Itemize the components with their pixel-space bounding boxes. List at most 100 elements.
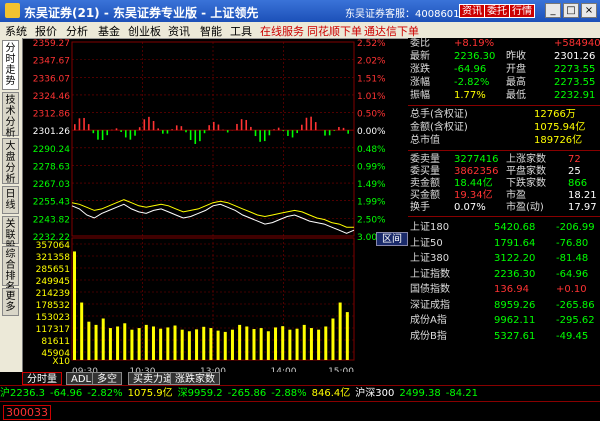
breadth-bar <box>264 130 266 141</box>
menu-item[interactable]: 智能 <box>200 23 222 39</box>
sidebar-tab[interactable]: 大盘分析 <box>2 138 19 184</box>
menu-item[interactable]: 基金 <box>98 23 120 39</box>
breadth-bar <box>185 130 187 132</box>
close-button[interactable]: × <box>581 3 597 18</box>
bottom-tabs: 分时量ADL多空买卖力道涨跌家数 <box>0 372 408 385</box>
window-title: 东吴证券(21) - 东吴证券专业版 - 上证领先 <box>24 4 258 21</box>
indicator-tab[interactable]: 多空 <box>92 372 122 385</box>
quote-label: 涨跌 <box>410 64 430 76</box>
breadth-bar <box>116 128 118 130</box>
index-price: 5327.61 <box>494 331 535 343</box>
quote-label: 上涨家数 <box>506 154 546 166</box>
index-change: -64.96 <box>556 269 588 281</box>
volume-bar <box>95 325 98 360</box>
volume-bar <box>339 303 342 360</box>
breadth-bar <box>333 130 335 131</box>
menu-item[interactable]: 报价 <box>35 23 57 39</box>
breadth-bar <box>125 130 127 137</box>
index-name: 上证380 <box>410 253 449 265</box>
volume-bar <box>87 322 90 360</box>
pct-tick-label: 0.00% <box>357 127 386 137</box>
breadth-bar <box>283 130 285 131</box>
breadth-bar <box>148 117 150 130</box>
volume-bar <box>73 251 76 360</box>
price-tick-label: 2290.24 <box>33 145 70 155</box>
minimize-button[interactable]: _ <box>545 3 561 18</box>
menu-item[interactable]: 在线服务 <box>260 23 304 39</box>
quote-label: 市盈(动) <box>506 202 544 214</box>
quote-row: 委买量 3862356 平盘家数 25 <box>408 166 600 178</box>
trade-button[interactable]: 委托 <box>484 4 510 18</box>
pct-tick-label: 1.51% <box>357 74 386 84</box>
stock-code-input[interactable]: 300033 <box>3 405 51 420</box>
index-price: 3122.20 <box>494 253 535 265</box>
sidebar-tab[interactable]: 日线 <box>2 186 19 214</box>
index-price: 8959.26 <box>494 300 535 312</box>
sidebar-tab[interactable]: 更多 <box>2 288 19 316</box>
sidebar-tab[interactable]: 分时走势 <box>2 40 19 90</box>
breadth-bar <box>139 127 141 130</box>
breadth-bar <box>176 125 178 130</box>
volume-bar <box>138 328 141 360</box>
volume-tick-label: 249945 <box>36 277 70 287</box>
quote-label: 最新 <box>410 51 430 63</box>
menu-item[interactable]: 系统 <box>5 23 27 39</box>
quote-value: 2236.30 <box>454 51 495 63</box>
index-name: 国债指数 <box>410 284 450 296</box>
price-tick-label: 2336.07 <box>33 74 70 84</box>
indicator-tab[interactable]: 分时量 <box>22 372 62 385</box>
quote-row: 上证指数2236.30-64.96 <box>408 269 600 281</box>
menu-item[interactable]: 工具 <box>230 23 252 39</box>
volume-bar <box>274 327 277 360</box>
quote-value: 0.07% <box>454 202 486 214</box>
quote-button[interactable]: 行情 <box>509 4 535 18</box>
price-tick-label: 2267.03 <box>33 180 70 190</box>
index-change: -81.48 <box>556 253 588 265</box>
index-change: -49.45 <box>556 331 588 343</box>
breadth-bar <box>218 125 220 131</box>
breadth-bar <box>343 128 345 130</box>
ticker-item: 沪2236.3 <box>0 388 45 399</box>
quote-label: 最高 <box>506 77 526 89</box>
maximize-button[interactable]: □ <box>563 3 579 18</box>
ticker-item: -2.88% <box>271 388 306 399</box>
volume-unit-label: X10 <box>52 357 70 367</box>
quote-value: 3862356 <box>454 166 499 178</box>
menu-item[interactable]: 通达信下单 <box>364 23 419 39</box>
quote-row: 总市值189726亿 <box>408 135 600 147</box>
quote-value: -64.96 <box>454 64 486 76</box>
breadth-bar <box>278 128 280 131</box>
breadth-bar <box>181 126 183 130</box>
menu-item[interactable]: 同花顺下单 <box>307 23 362 39</box>
volume-bar <box>288 330 291 360</box>
quote-label: 委买量 <box>410 166 440 178</box>
index-name: 成份A指 <box>410 315 447 327</box>
quote-value: 189726亿 <box>534 135 582 147</box>
price-tick-label: 2243.82 <box>33 215 70 225</box>
ticker-item: 深9959.2 <box>178 388 223 399</box>
info-button[interactable]: 资讯 <box>459 4 485 18</box>
sidebar-tab[interactable]: 综合排名 <box>2 246 19 286</box>
quote-panel: 委比+8.19%+584940最新2236.30昨收2301.26涨跌-64.9… <box>408 38 600 384</box>
volume-bar <box>116 326 119 360</box>
menu-item[interactable]: 创业板 <box>128 23 161 39</box>
sidebar-tab[interactable]: 技术分析 <box>2 92 19 136</box>
indicator-tab[interactable]: 涨跌家数 <box>170 372 220 385</box>
pct-tick-label: 1.99% <box>357 198 386 208</box>
quote-value: 1075.94亿 <box>534 122 585 134</box>
intraday-chart[interactable]: 2359.272.52%2347.672.02%2336.071.51%2324… <box>22 38 400 384</box>
volume-bar <box>80 303 83 360</box>
breadth-bar <box>199 130 201 141</box>
menu-item[interactable]: 分析 <box>66 23 88 39</box>
quote-value: 25 <box>568 166 581 178</box>
quote-value: 18.44亿 <box>454 178 493 190</box>
menu-item[interactable]: 资讯 <box>168 23 190 39</box>
volume-bar <box>310 328 313 360</box>
sidebar-tab[interactable]: 关联股 <box>2 216 19 244</box>
range-button[interactable]: 区间 <box>376 232 408 246</box>
menu-bar: 系统报价分析基金创业板资讯智能工具在线服务同花顺下单通达信下单 <box>0 22 600 39</box>
quote-label: 平盘家数 <box>506 166 546 178</box>
breadth-bar <box>204 130 206 133</box>
pct-tick-label: 0.48% <box>357 145 386 155</box>
quote-row: 换手0.07%市盈(动)17.97 <box>408 202 600 214</box>
